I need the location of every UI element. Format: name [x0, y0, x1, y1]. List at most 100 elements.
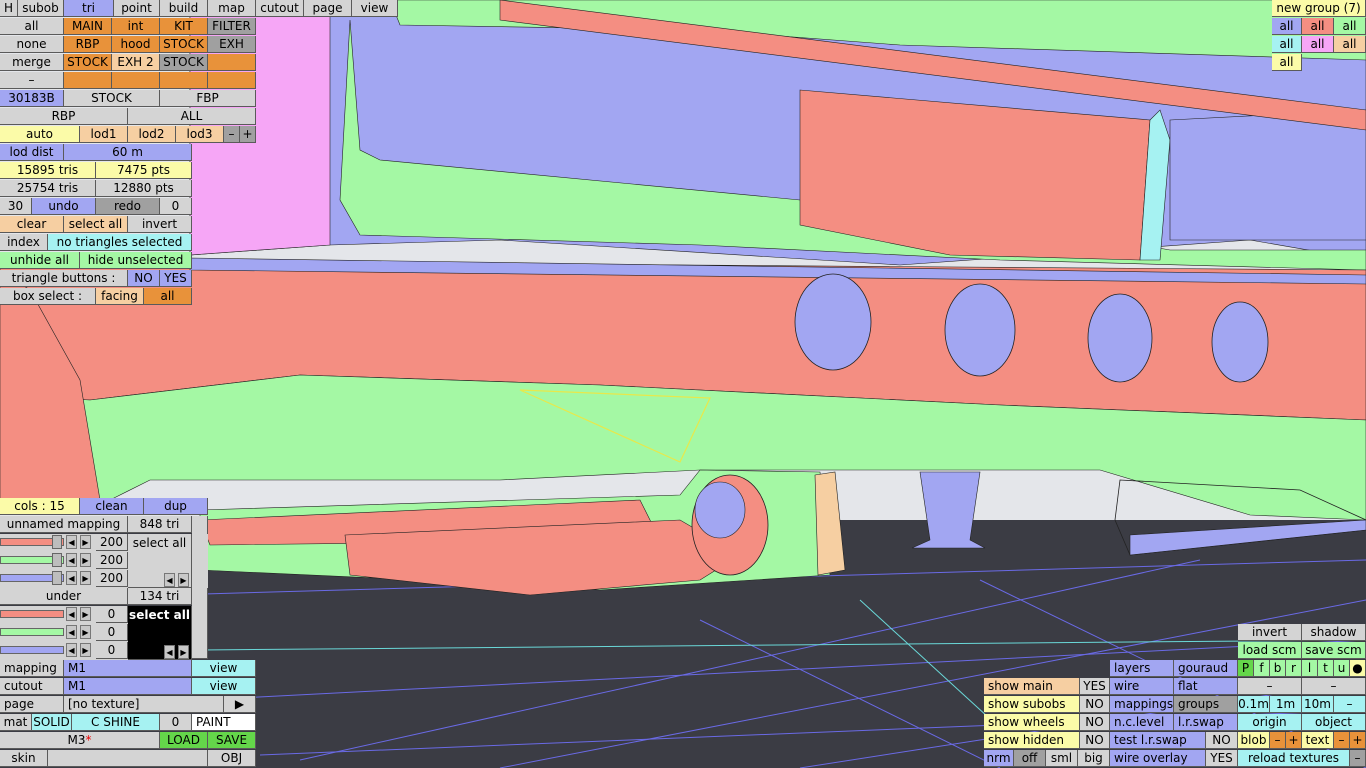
text-plus[interactable]: +: [1350, 732, 1366, 749]
material-name[interactable]: M3*: [0, 732, 160, 749]
nc-level-button[interactable]: n.c.level: [1110, 714, 1174, 731]
lr-swap-button[interactable]: l.r.swap: [1174, 714, 1238, 731]
green2-left-arrow[interactable]: ◀: [66, 625, 77, 639]
lod-minus[interactable]: –: [224, 126, 240, 143]
blue2-left-arrow[interactable]: ◀: [66, 643, 77, 657]
size-off[interactable]: off: [1014, 750, 1046, 767]
sel-left-arrow[interactable]: ◀: [164, 573, 175, 587]
clear-button[interactable]: clear: [0, 216, 64, 233]
mappings-button[interactable]: mappings: [1110, 696, 1174, 713]
text-minus[interactable]: –: [1334, 732, 1350, 749]
show-hidden-toggle[interactable]: NO: [1080, 732, 1110, 749]
step-10m[interactable]: 10m: [1302, 696, 1334, 713]
group-all-button[interactable]: all: [0, 18, 64, 35]
mapping-value[interactable]: M1: [64, 660, 192, 677]
blob-plus[interactable]: +: [1286, 732, 1302, 749]
reload-dash[interactable]: –: [1350, 750, 1366, 767]
green-slider-knob[interactable]: [52, 553, 62, 567]
cutout-view-button[interactable]: view: [192, 678, 256, 695]
group-none-button[interactable]: none: [0, 36, 64, 53]
layers-button[interactable]: layers: [1110, 660, 1174, 677]
triangle-buttons-yes[interactable]: YES: [160, 270, 192, 287]
shadow-button[interactable]: shadow: [1302, 624, 1366, 641]
view-r[interactable]: r: [1286, 660, 1302, 677]
cutout-value[interactable]: M1: [64, 678, 192, 695]
group-color-all-7[interactable]: all: [1272, 54, 1302, 71]
green-right-arrow[interactable]: ▶: [80, 553, 91, 567]
view-p[interactable]: P: [1238, 660, 1254, 677]
box-select-all[interactable]: all: [144, 288, 192, 305]
green-slider-2[interactable]: [0, 628, 64, 636]
group-color-all-1[interactable]: all: [1272, 18, 1302, 35]
obj-button[interactable]: OBJ: [208, 750, 256, 767]
tab-subob[interactable]: subob: [18, 0, 64, 17]
step-1m[interactable]: 1m: [1270, 696, 1302, 713]
group-empty-2[interactable]: [64, 72, 112, 89]
red2-right-arrow[interactable]: ▶: [80, 607, 91, 621]
tab-h[interactable]: H: [0, 0, 18, 17]
green2-right-arrow[interactable]: ▶: [80, 625, 91, 639]
lod-1[interactable]: lod1: [80, 126, 128, 143]
select-all-button[interactable]: select all: [64, 216, 128, 233]
show-subobs-toggle[interactable]: NO: [1080, 696, 1110, 713]
view-f[interactable]: f: [1254, 660, 1270, 677]
show-main-toggle[interactable]: YES: [1080, 678, 1110, 695]
car-id[interactable]: 30183B: [0, 90, 64, 107]
load-button[interactable]: LOAD: [160, 732, 208, 749]
new-group-button[interactable]: new group (7): [1272, 0, 1366, 17]
group-filter[interactable]: FILTER: [208, 18, 256, 35]
under-left-arrow[interactable]: ◀: [164, 645, 175, 659]
tab-build[interactable]: build: [160, 0, 208, 17]
red-slider-2[interactable]: [0, 610, 64, 618]
lod-plus[interactable]: +: [240, 126, 256, 143]
group-empty-5[interactable]: [208, 72, 256, 89]
group-int[interactable]: int: [112, 18, 160, 35]
red-slider-knob[interactable]: [52, 535, 62, 549]
size-big[interactable]: big: [1078, 750, 1110, 767]
dash-button-1[interactable]: –: [1238, 678, 1302, 695]
under-right-arrow[interactable]: ▶: [178, 645, 189, 659]
group-merge-button[interactable]: merge: [0, 54, 64, 71]
red-left-arrow[interactable]: ◀: [66, 535, 77, 549]
text-button[interactable]: text: [1302, 732, 1334, 749]
blue-left-arrow[interactable]: ◀: [66, 571, 77, 585]
group-empty-1[interactable]: [208, 54, 256, 71]
view-dot-icon[interactable]: ●: [1350, 660, 1366, 677]
step-dash[interactable]: –: [1334, 696, 1366, 713]
blue2-right-arrow[interactable]: ▶: [80, 643, 91, 657]
blob-button[interactable]: blob: [1238, 732, 1270, 749]
wire-button[interactable]: wire: [1110, 678, 1174, 695]
invert-button[interactable]: invert: [128, 216, 192, 233]
tab-point[interactable]: point: [114, 0, 160, 17]
sel-right-arrow[interactable]: ▶: [178, 573, 189, 587]
load-scm-button[interactable]: load scm: [1238, 642, 1302, 659]
group-main[interactable]: MAIN: [64, 18, 112, 35]
group-exh[interactable]: EXH: [208, 36, 256, 53]
mapping-view-button[interactable]: view: [192, 660, 256, 677]
origin-button[interactable]: origin: [1238, 714, 1302, 731]
save-button[interactable]: SAVE: [208, 732, 256, 749]
cshine-button[interactable]: C SHINE: [72, 714, 160, 731]
group-rbp[interactable]: RBP: [64, 36, 112, 53]
hide-unselected-button[interactable]: hide unselected: [80, 252, 192, 269]
fbp-button[interactable]: FBP: [160, 90, 256, 107]
group-color-all-3[interactable]: all: [1334, 18, 1366, 35]
stock-button[interactable]: STOCK: [64, 90, 160, 107]
gouraud-button[interactable]: gouraud: [1174, 660, 1238, 677]
box-select-facing[interactable]: facing: [96, 288, 144, 305]
paint-button[interactable]: PAINT: [192, 714, 256, 731]
group-empty-3[interactable]: [112, 72, 160, 89]
page-play-icon[interactable]: ▶: [224, 696, 256, 713]
invert-view-button[interactable]: invert: [1238, 624, 1302, 641]
group-stock-1[interactable]: STOCK: [160, 36, 208, 53]
group-stock-2[interactable]: STOCK: [64, 54, 112, 71]
redo-button[interactable]: redo: [96, 198, 160, 215]
triangle-buttons-no[interactable]: NO: [128, 270, 160, 287]
group-color-all-2[interactable]: all: [1302, 18, 1334, 35]
save-scm-button[interactable]: save scm: [1302, 642, 1366, 659]
tab-cutout[interactable]: cutout: [256, 0, 304, 17]
blue-slider-knob[interactable]: [52, 571, 62, 585]
group-minus-button[interactable]: –: [0, 72, 64, 89]
blob-minus[interactable]: –: [1270, 732, 1286, 749]
lod-dist-value[interactable]: 60 m: [64, 144, 192, 161]
